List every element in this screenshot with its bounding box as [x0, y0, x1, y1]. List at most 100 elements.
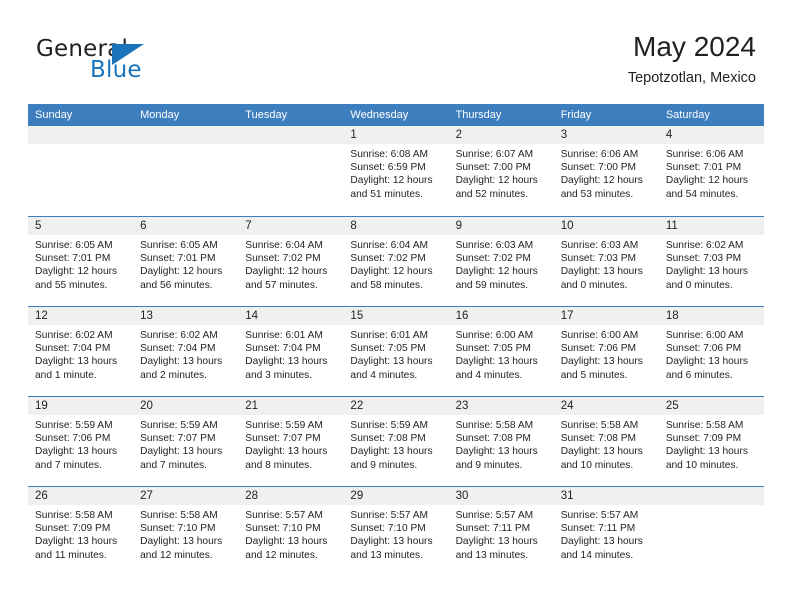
- day-cell[interactable]: 30 Sunrise: 5:57 AM Sunset: 7:11 PM Dayligh…: [448, 487, 554, 576]
- day-info-daylight-line2: and 55 minutes.: [35, 279, 108, 291]
- weekday-header-thursday: Thursday: [455, 109, 502, 121]
- day-cell[interactable]: 28 Sunrise: 5:57 AM Sunset: 7:10 PM Dayligh…: [238, 487, 344, 576]
- day-cell[interactable]: 26 Sunrise: 5:58 AM Sunset: 7:09 PM Dayligh…: [28, 487, 134, 576]
- day-info-daylight-line1: Daylight: 13 hours: [140, 356, 223, 368]
- day-info-sunset: Sunset: 7:11 PM: [455, 523, 531, 535]
- day-info-daylight-line1: Daylight: 12 hours: [455, 266, 538, 278]
- day-cell-empty: [133, 126, 239, 216]
- day-number: 27: [133, 487, 239, 505]
- day-number: 1: [343, 126, 449, 144]
- day-cell[interactable]: 11 Sunrise: 6:02 AM Sunset: 7:03 PM Dayligh…: [658, 217, 764, 306]
- calendar-week-row: 19 Sunrise: 5:59 AM Sunset: 7:06 PM Dayligh…: [28, 396, 764, 486]
- day-info-daylight-line1: Daylight: 13 hours: [350, 536, 433, 548]
- day-info-daylight-line2: and 52 minutes.: [455, 188, 529, 200]
- day-cell[interactable]: 31 Sunrise: 5:57 AM Sunset: 7:11 PM Dayligh…: [553, 487, 659, 576]
- day-info-sunrise: Sunrise: 5:59 AM: [245, 420, 323, 431]
- day-cell[interactable]: 15 Sunrise: 6:01 AM Sunset: 7:05 PM Dayligh…: [343, 307, 449, 396]
- day-info-daylight-line2: and 59 minutes.: [455, 279, 529, 291]
- day-info-daylight-line1: Daylight: 13 hours: [665, 446, 748, 458]
- day-info-sunrise: Sunrise: 6:06 AM: [560, 149, 639, 160]
- day-info-daylight-line2: and 53 minutes.: [560, 188, 634, 200]
- day-info-sunrise: Sunrise: 6:05 AM: [140, 240, 218, 251]
- day-number: [238, 126, 344, 144]
- day-cell[interactable]: 20 Sunrise: 5:59 AM Sunset: 7:07 PM Dayligh…: [133, 397, 239, 486]
- day-info-sunset: Sunset: 7:03 PM: [560, 253, 637, 265]
- day-info-sunset: Sunset: 7:01 PM: [140, 253, 216, 265]
- day-sun-info: [238, 144, 343, 148]
- day-info-daylight-line2: and 7 minutes.: [35, 459, 102, 471]
- day-sun-info: Sunrise: 5:58 AM Sunset: 7:09 PM Daylight:…: [28, 505, 133, 562]
- day-info-daylight-line1: Daylight: 13 hours: [350, 446, 433, 458]
- day-cell[interactable]: 12 Sunrise: 6:02 AM Sunset: 7:04 PM Dayligh…: [28, 307, 134, 396]
- day-info-sunset: Sunset: 7:06 PM: [560, 343, 637, 355]
- day-info-daylight-line2: and 5 minutes.: [560, 369, 628, 381]
- day-info-sunrise: Sunrise: 6:02 AM: [140, 330, 218, 341]
- day-number: 21: [238, 397, 344, 415]
- day-cell[interactable]: 4 Sunrise: 6:06 AM Sunset: 7:01 PM Daylight…: [658, 126, 764, 216]
- day-sun-info: Sunrise: 6:07 AM Sunset: 7:00 PM Daylight:…: [449, 144, 554, 201]
- day-info-sunrise: Sunrise: 6:04 AM: [245, 240, 323, 251]
- day-info-daylight-line1: Daylight: 13 hours: [455, 446, 538, 458]
- day-number: [133, 126, 239, 144]
- day-info-sunrise: Sunrise: 6:00 AM: [665, 330, 744, 341]
- day-info-daylight-line1: Daylight: 13 hours: [245, 356, 328, 368]
- day-info-daylight-line1: Daylight: 13 hours: [665, 266, 748, 278]
- day-cell[interactable]: 29 Sunrise: 5:57 AM Sunset: 7:10 PM Dayligh…: [343, 487, 449, 576]
- day-sun-info: Sunrise: 6:04 AM Sunset: 7:02 PM Daylight:…: [238, 235, 343, 292]
- day-sun-info: Sunrise: 5:57 AM Sunset: 7:10 PM Daylight:…: [343, 505, 448, 562]
- day-info-sunrise: Sunrise: 6:08 AM: [350, 149, 429, 160]
- title-block: May 2024 Tepotzotlan, Mexico: [628, 30, 756, 87]
- day-sun-info: Sunrise: 6:06 AM Sunset: 7:01 PM Daylight:…: [659, 144, 764, 201]
- day-cell[interactable]: 7 Sunrise: 6:04 AM Sunset: 7:02 PM Daylight…: [238, 217, 344, 306]
- day-info-daylight-line1: Daylight: 13 hours: [350, 356, 433, 368]
- day-cell[interactable]: 2 Sunrise: 6:07 AM Sunset: 7:00 PM Daylight…: [448, 126, 554, 216]
- day-info-sunrise: Sunrise: 5:58 AM: [665, 420, 744, 431]
- day-info-sunset: Sunset: 7:00 PM: [560, 162, 637, 174]
- day-sun-info: Sunrise: 6:05 AM Sunset: 7:01 PM Daylight:…: [28, 235, 133, 292]
- day-info-daylight-line1: Daylight: 13 hours: [245, 446, 328, 458]
- day-cell-empty: [238, 126, 344, 216]
- day-number: 29: [343, 487, 449, 505]
- day-cell[interactable]: 6 Sunrise: 6:05 AM Sunset: 7:01 PM Daylight…: [133, 217, 239, 306]
- day-cell[interactable]: 21 Sunrise: 5:59 AM Sunset: 7:07 PM Dayligh…: [238, 397, 344, 486]
- day-info-daylight-line1: Daylight: 12 hours: [350, 175, 433, 187]
- day-info-daylight-line2: and 58 minutes.: [350, 279, 423, 291]
- day-sun-info: Sunrise: 5:58 AM Sunset: 7:08 PM Daylight:…: [554, 415, 659, 472]
- day-number: [28, 126, 134, 144]
- day-sun-info: Sunrise: 6:02 AM Sunset: 7:04 PM Daylight:…: [28, 325, 133, 382]
- day-number: 28: [238, 487, 344, 505]
- day-info-sunrise: Sunrise: 6:07 AM: [455, 149, 534, 160]
- day-cell[interactable]: 5 Sunrise: 6:05 AM Sunset: 7:01 PM Daylight…: [28, 217, 134, 306]
- day-info-daylight-line1: Daylight: 12 hours: [560, 175, 643, 187]
- day-cell[interactable]: 25 Sunrise: 5:58 AM Sunset: 7:09 PM Dayligh…: [658, 397, 764, 486]
- day-cell[interactable]: 23 Sunrise: 5:58 AM Sunset: 7:08 PM Dayligh…: [448, 397, 554, 486]
- day-cell[interactable]: 9 Sunrise: 6:03 AM Sunset: 7:02 PM Daylight…: [448, 217, 554, 306]
- calendar-week-row: 5 Sunrise: 6:05 AM Sunset: 7:01 PM Daylight…: [28, 216, 764, 306]
- day-info-daylight-line2: and 0 minutes.: [665, 279, 733, 291]
- day-cell[interactable]: 22 Sunrise: 5:59 AM Sunset: 7:08 PM Dayligh…: [343, 397, 449, 486]
- day-info-sunset: Sunset: 7:09 PM: [35, 523, 111, 535]
- day-info-daylight-line1: Daylight: 13 hours: [560, 356, 643, 368]
- weekday-header-row: Sunday Monday Tuesday Wednesday Thursday Frid…: [28, 104, 764, 126]
- day-cell[interactable]: 1 Sunrise: 6:08 AM Sunset: 6:59 PM Daylight…: [343, 126, 449, 216]
- day-cell[interactable]: 18 Sunrise: 6:00 AM Sunset: 7:06 PM Dayligh…: [658, 307, 764, 396]
- day-cell[interactable]: 10 Sunrise: 6:03 AM Sunset: 7:03 PM Dayligh…: [553, 217, 659, 306]
- day-cell[interactable]: 17 Sunrise: 6:00 AM Sunset: 7:06 PM Dayligh…: [553, 307, 659, 396]
- day-info-daylight-line1: Daylight: 13 hours: [245, 536, 328, 548]
- weekday-header-saturday: Saturday: [665, 109, 710, 121]
- day-info-sunrise: Sunrise: 6:03 AM: [455, 240, 534, 251]
- day-sun-info: Sunrise: 6:02 AM Sunset: 7:03 PM Daylight:…: [659, 235, 764, 292]
- day-cell[interactable]: 16 Sunrise: 6:00 AM Sunset: 7:05 PM Dayligh…: [448, 307, 554, 396]
- day-cell[interactable]: 13 Sunrise: 6:02 AM Sunset: 7:04 PM Dayligh…: [133, 307, 239, 396]
- day-cell[interactable]: 19 Sunrise: 5:59 AM Sunset: 7:06 PM Dayligh…: [28, 397, 134, 486]
- day-cell[interactable]: 8 Sunrise: 6:04 AM Sunset: 7:02 PM Daylight…: [343, 217, 449, 306]
- day-info-daylight-line1: Daylight: 12 hours: [35, 266, 118, 278]
- day-info-sunrise: Sunrise: 6:02 AM: [665, 240, 744, 251]
- day-info-daylight-line2: and 0 minutes.: [560, 279, 628, 291]
- day-cell[interactable]: 14 Sunrise: 6:01 AM Sunset: 7:04 PM Dayligh…: [238, 307, 344, 396]
- day-sun-info: Sunrise: 6:00 AM Sunset: 7:06 PM Daylight:…: [554, 325, 659, 382]
- day-cell[interactable]: 27 Sunrise: 5:58 AM Sunset: 7:10 PM Dayligh…: [133, 487, 239, 576]
- day-cell[interactable]: 24 Sunrise: 5:58 AM Sunset: 7:08 PM Dayligh…: [553, 397, 659, 486]
- weekday-header-friday: Friday: [560, 109, 592, 121]
- day-cell[interactable]: 3 Sunrise: 6:06 AM Sunset: 7:00 PM Daylight…: [553, 126, 659, 216]
